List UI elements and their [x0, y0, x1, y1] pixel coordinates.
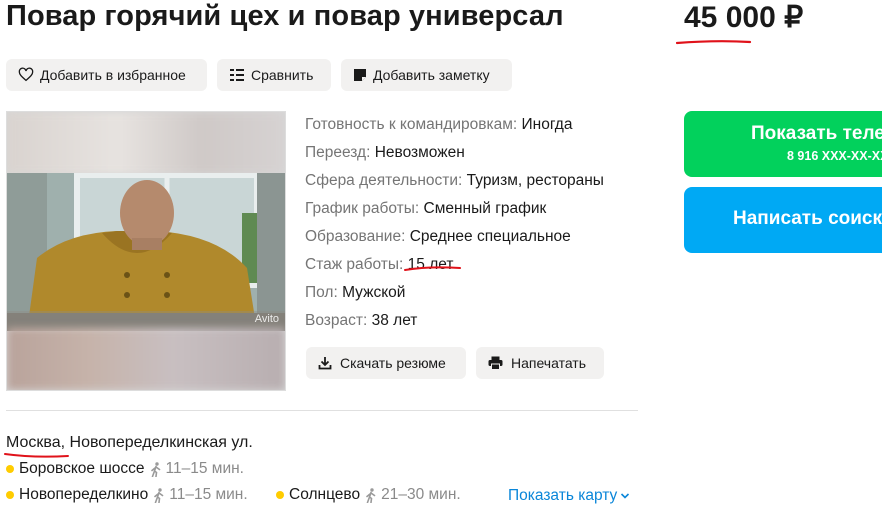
- write-applicant-button[interactable]: Написать соискателю: [684, 187, 882, 253]
- write-applicant-label: Написать соискателю: [733, 208, 882, 229]
- page-title: Повар горячий цех и повар универсал: [6, 0, 564, 32]
- download-resume-label: Скачать резюме: [340, 355, 446, 371]
- add-favorite-button[interactable]: Добавить в избранное: [6, 59, 207, 91]
- address-city: Москва,: [6, 434, 66, 451]
- add-note-button[interactable]: Добавить заметку: [341, 59, 512, 91]
- avito-watermark: Avito: [254, 313, 279, 325]
- print-label: Напечатать: [511, 355, 587, 371]
- metro-station: Боровское шоссе 11–15 мин.: [6, 460, 244, 478]
- salary-price: 45 000 ₽: [684, 1, 804, 34]
- walk-time: 21–30 мин.: [365, 486, 461, 504]
- metro-station-name: Солнцево: [289, 486, 361, 503]
- printer-icon: [488, 356, 503, 370]
- walking-icon: [366, 487, 376, 503]
- resume-photo[interactable]: Avito: [6, 111, 286, 391]
- metro-station-name: Новопеределкино: [19, 486, 149, 503]
- compare-button[interactable]: Сравнить: [217, 59, 331, 91]
- masked-phone: 8 916 XXX-XX-XX: [787, 149, 882, 163]
- heart-icon: [18, 67, 34, 82]
- download-icon: [318, 357, 332, 370]
- city-annotation-underline: [4, 453, 69, 458]
- detail-age: Возраст: 38 лет: [305, 312, 418, 329]
- walking-icon: [150, 461, 160, 477]
- walk-time: 11–15 мин.: [150, 460, 244, 478]
- metro-line-dot: [6, 491, 14, 499]
- detail-business-trips: Готовность к командировкам: Иногда: [305, 116, 573, 133]
- add-note-label: Добавить заметку: [373, 67, 490, 83]
- metro-station: Новопеределкино 11–15 мин.: [6, 486, 248, 504]
- show-map-label: Показать карту: [508, 487, 618, 504]
- add-favorite-label: Добавить в избранное: [40, 67, 186, 83]
- metro-line-dot: [6, 465, 14, 473]
- photo-blurred-top: [7, 112, 285, 174]
- detail-schedule: График работы: Сменный график: [305, 200, 547, 217]
- download-resume-button[interactable]: Скачать резюме: [306, 347, 466, 379]
- metro-station: Солнцево 21–30 мин.: [276, 486, 461, 504]
- detail-experience: Стаж работы: 15 лет: [305, 256, 454, 273]
- show-phone-button[interactable]: Показать телефон 8 916 XXX-XX-XX: [684, 111, 882, 177]
- metro-line-dot: [276, 491, 284, 499]
- note-icon: [354, 69, 366, 81]
- show-map-link[interactable]: Показать карту: [508, 487, 630, 505]
- chevron-down-icon: [621, 493, 630, 499]
- photo-scene: Avito: [7, 172, 285, 331]
- resume-details: Готовность к командировкам: Иногда Перее…: [305, 111, 604, 335]
- photo-blurred-bottom: [7, 328, 285, 390]
- walking-icon: [154, 487, 164, 503]
- address-street: Новопеределкинская ул.: [69, 434, 253, 451]
- detail-education: Образование: Среднее специальное: [305, 228, 571, 245]
- chef-photo-illustration: [7, 172, 285, 331]
- compare-list-icon: [230, 69, 244, 81]
- price-annotation-underline: [676, 40, 752, 45]
- detail-field: Сфера деятельности: Туризм, рестораны: [305, 172, 604, 189]
- metro-station-name: Боровское шоссе: [19, 460, 145, 477]
- walk-time: 11–15 мин.: [153, 486, 248, 504]
- section-divider: [6, 410, 638, 411]
- show-phone-label: Показать телефон: [751, 123, 882, 144]
- address: Москва, Новопеределкинская ул.: [6, 434, 253, 452]
- compare-label: Сравнить: [251, 67, 314, 83]
- detail-gender: Пол: Мужской: [305, 284, 406, 301]
- print-button[interactable]: Напечатать: [476, 347, 604, 379]
- detail-relocation: Переезд: Невозможен: [305, 144, 465, 161]
